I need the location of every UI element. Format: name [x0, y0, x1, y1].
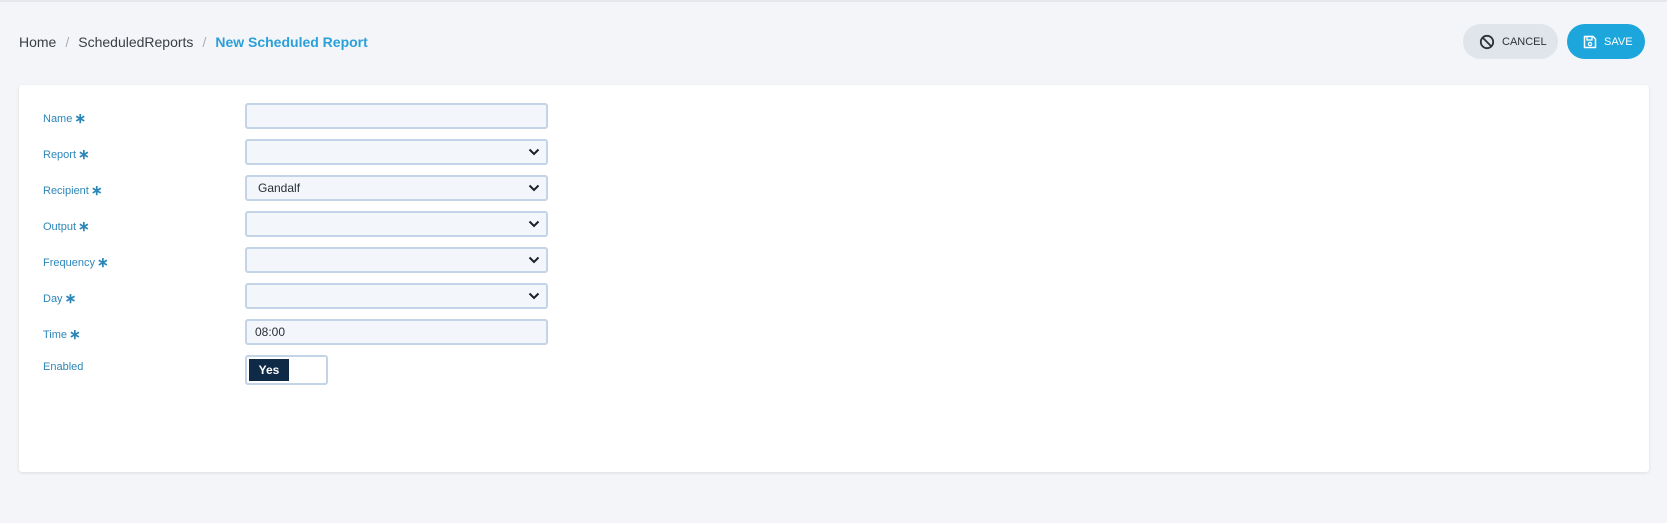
breadcrumb-scheduled-reports[interactable]: ScheduledReports: [78, 34, 193, 50]
cancel-circle-icon: [1479, 34, 1495, 50]
header-actions: CANCEL SAVE: [1463, 24, 1645, 59]
cancel-button[interactable]: CANCEL: [1463, 24, 1558, 59]
recipient-value: Gandalf: [258, 181, 301, 195]
report-select[interactable]: [245, 139, 548, 165]
top-border: [0, 0, 1667, 2]
name-label: Name ∗: [43, 110, 87, 126]
required-icon: ∗: [78, 146, 90, 162]
time-input[interactable]: 08:00: [245, 319, 548, 345]
day-select[interactable]: [245, 283, 548, 309]
name-input[interactable]: [245, 103, 548, 129]
save-label: SAVE: [1604, 35, 1633, 48]
recipient-row: Recipient ∗ Gandalf: [19, 175, 619, 215]
recipient-label: Recipient ∗: [43, 182, 103, 198]
required-icon: ∗: [96, 254, 109, 270]
cancel-label: CANCEL: [1502, 35, 1547, 48]
enabled-toggle[interactable]: Yes: [245, 355, 328, 385]
recipient-select[interactable]: Gandalf: [245, 175, 548, 201]
frequency-select[interactable]: [245, 247, 548, 273]
chevron-down-icon: [528, 220, 540, 228]
floppy-disk-icon: [1583, 35, 1597, 49]
day-label: Day ∗: [43, 290, 77, 306]
form-card: Name ∗ Report ∗ Recipient ∗ Gandalf Output ∗…: [19, 85, 1649, 472]
output-select[interactable]: [245, 211, 548, 237]
time-label: Time ∗: [43, 326, 81, 342]
required-icon: ∗: [64, 290, 77, 306]
chevron-down-icon: [528, 148, 540, 156]
enabled-label: Enabled: [43, 361, 84, 373]
breadcrumb: Home / ScheduledReports / New Scheduled …: [19, 34, 368, 50]
required-icon: ∗: [78, 218, 90, 234]
toggle-knob: Yes: [249, 359, 289, 381]
chevron-down-icon: [528, 256, 540, 264]
report-row: Report ∗: [19, 139, 619, 179]
time-row: Time ∗ 08:00: [19, 319, 619, 359]
frequency-row: Frequency ∗: [19, 247, 619, 287]
save-button[interactable]: SAVE: [1567, 24, 1645, 59]
required-icon: ∗: [90, 182, 103, 198]
breadcrumb-separator: /: [65, 34, 70, 50]
output-row: Output ∗: [19, 211, 619, 251]
breadcrumb-separator: /: [202, 34, 207, 50]
name-row: Name ∗: [19, 103, 619, 143]
day-row: Day ∗: [19, 283, 619, 323]
breadcrumb-home[interactable]: Home: [19, 34, 56, 50]
output-label: Output ∗: [43, 218, 90, 234]
required-icon: ∗: [69, 326, 81, 342]
frequency-label: Frequency ∗: [43, 254, 109, 270]
enabled-row: Enabled Yes: [19, 355, 619, 395]
required-icon: ∗: [74, 110, 87, 126]
chevron-down-icon: [528, 292, 540, 300]
chevron-down-icon: [528, 184, 540, 192]
report-label: Report ∗: [43, 146, 90, 162]
breadcrumb-current: New Scheduled Report: [215, 34, 368, 50]
